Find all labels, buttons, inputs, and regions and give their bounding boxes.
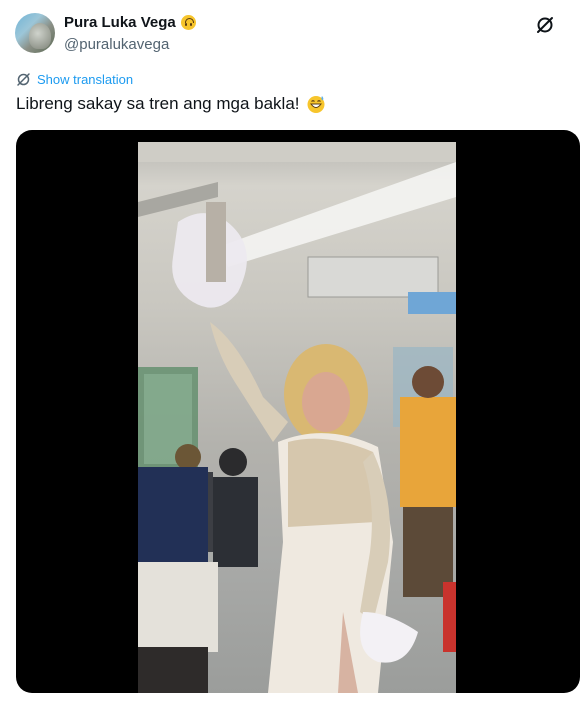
tweet-text-content: Libreng sakay sa tren ang mga bakla! [16, 94, 300, 113]
grinning-face-with-sweat-emoji [306, 94, 326, 114]
translate-icon [17, 73, 30, 86]
upside-down-face-emoji [180, 15, 196, 30]
show-translation-link[interactable]: Show translation [16, 72, 133, 87]
grok-button[interactable] [533, 13, 557, 37]
show-translation-label: Show translation [37, 72, 134, 87]
avatar[interactable] [15, 13, 55, 53]
author-handle[interactable]: @puralukavega [64, 36, 169, 53]
tweet-card: Pura Luka Vega @puralukavega Show transl… [0, 0, 584, 701]
media-container [16, 130, 580, 693]
tweet-text: Libreng sakay sa tren ang mga bakla! [16, 94, 326, 114]
author-display-name[interactable]: Pura Luka Vega [64, 14, 176, 31]
grok-icon [537, 17, 553, 33]
author-name-row: Pura Luka Vega [64, 14, 196, 31]
video-thumbnail[interactable] [138, 142, 456, 693]
